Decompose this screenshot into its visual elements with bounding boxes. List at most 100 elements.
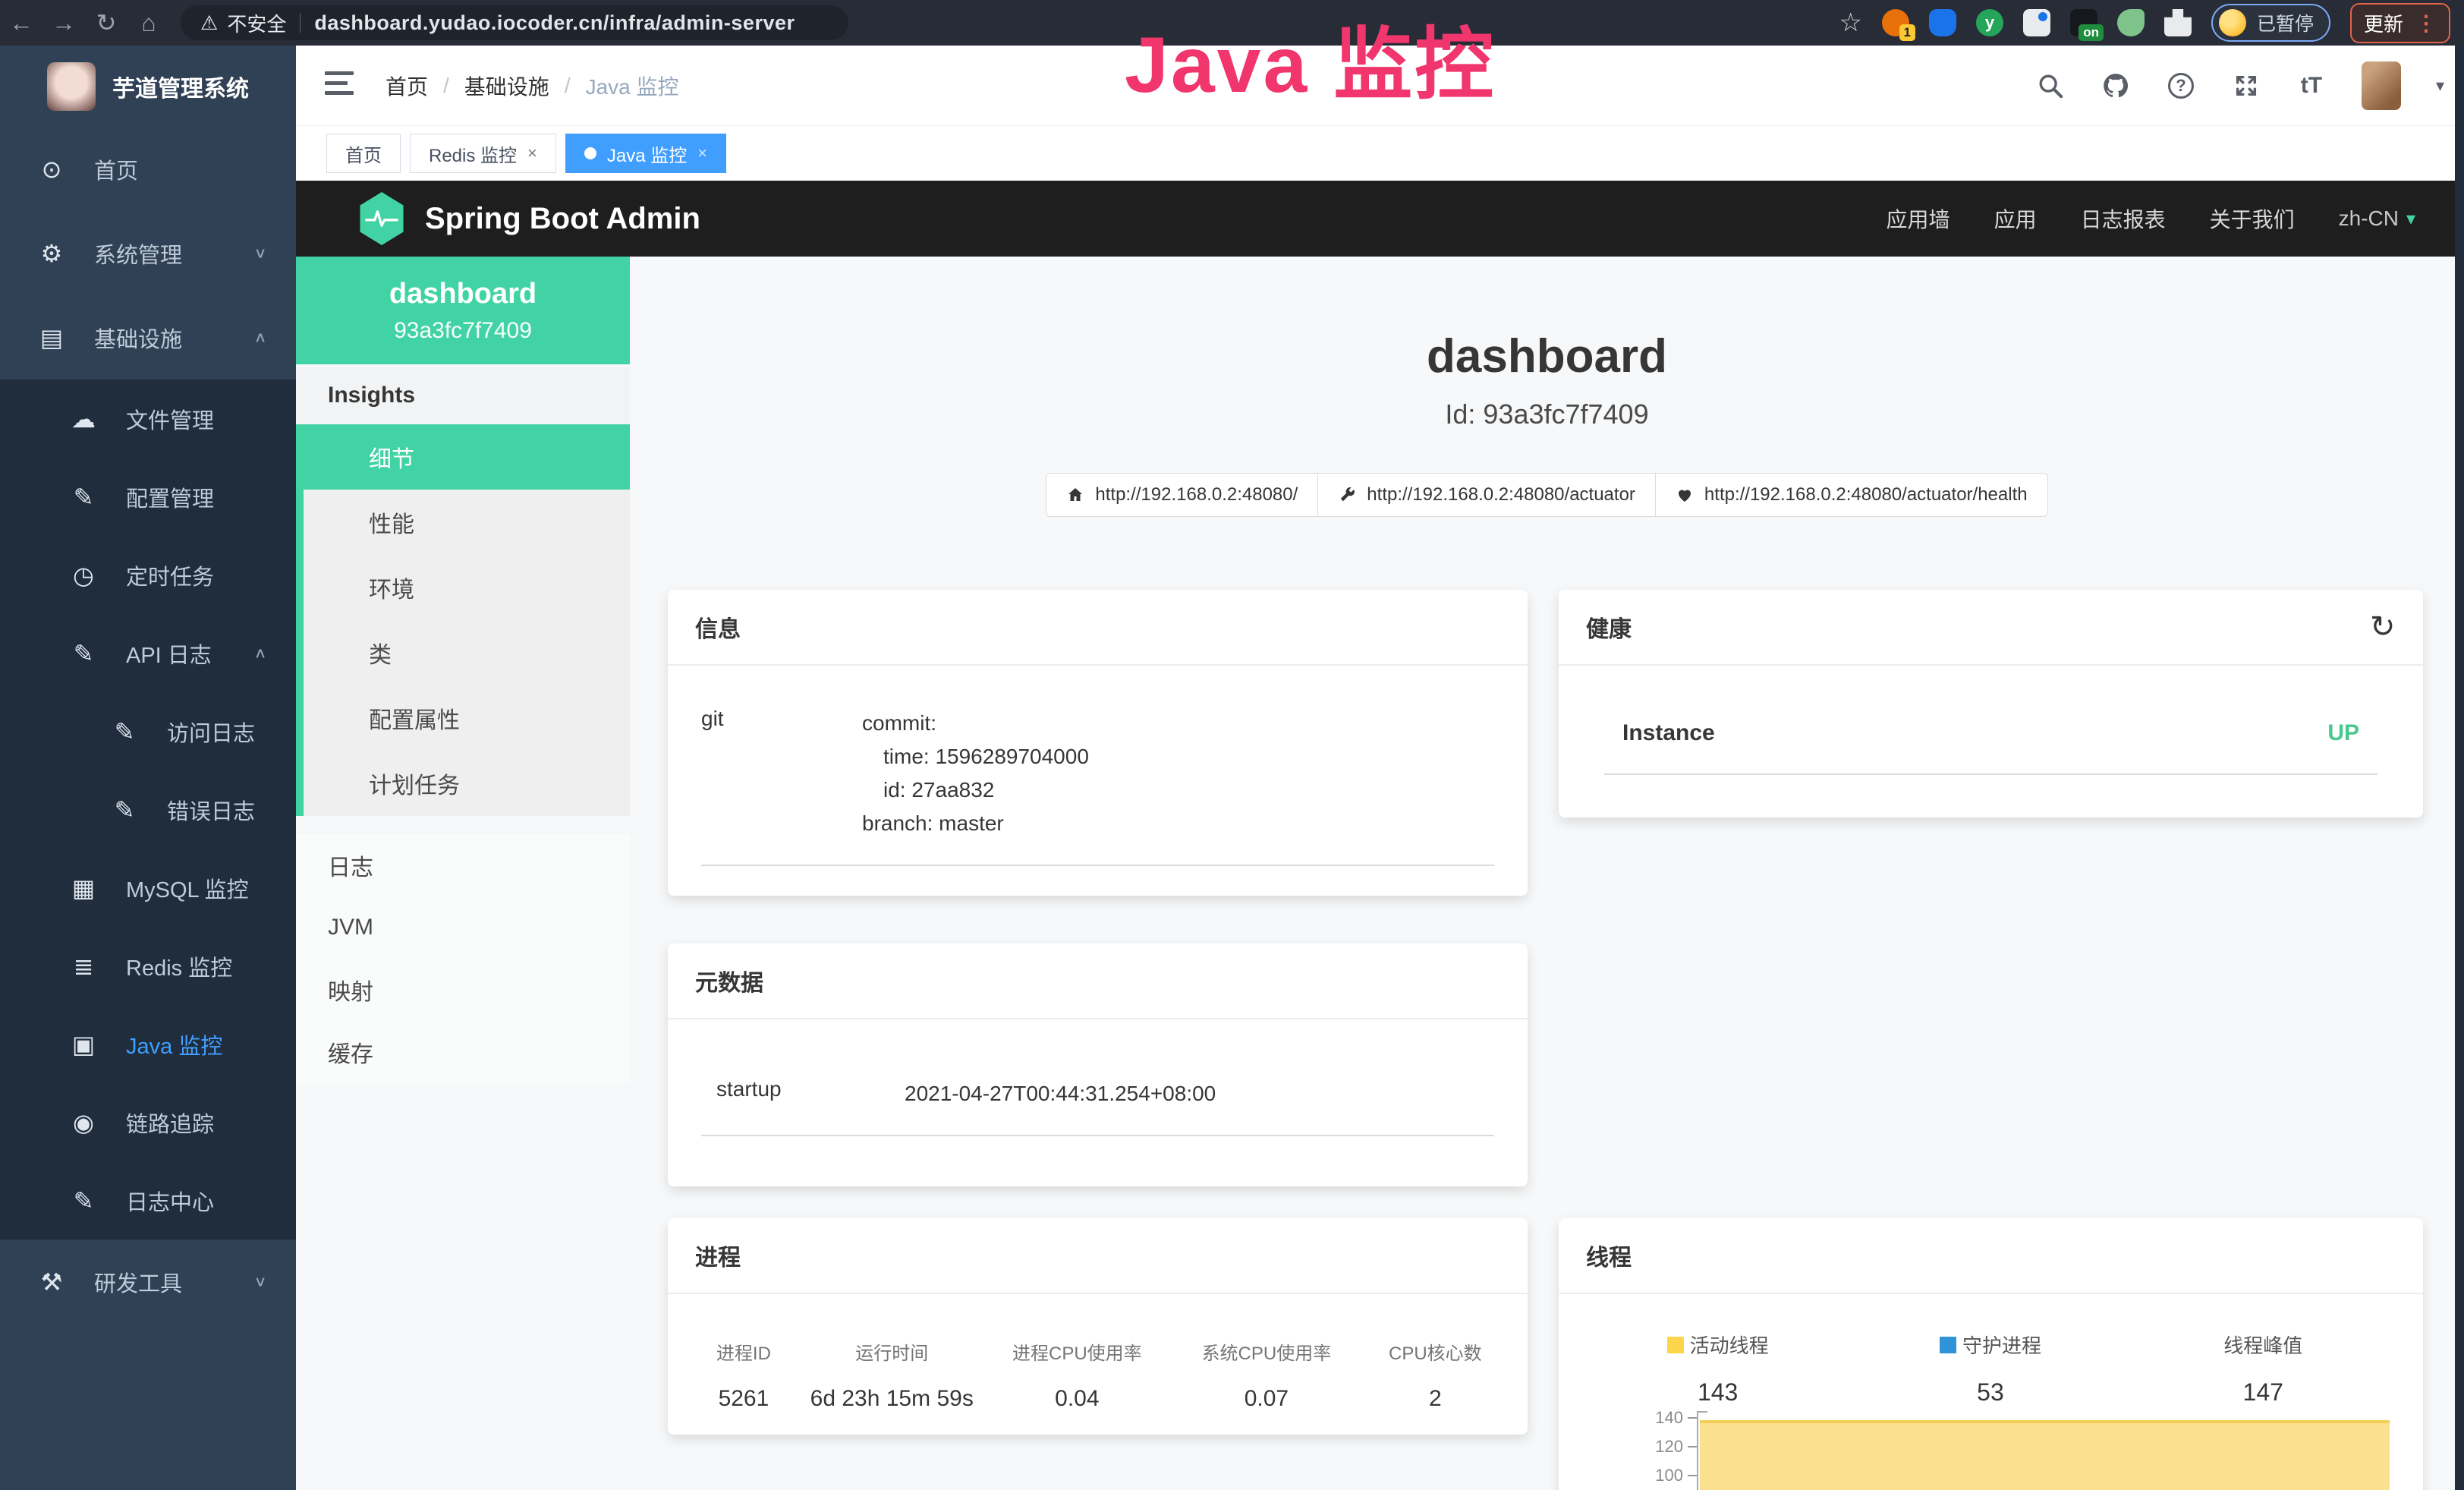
profile-paused-badge[interactable]: 已暂停 (2211, 4, 2330, 42)
forward-icon[interactable]: → (42, 0, 85, 46)
sba-item-scheduled[interactable]: 计划任务 (304, 751, 630, 816)
sidebar-item-error-logs[interactable]: ✎ 错误日志 (0, 770, 296, 849)
live-threads-area (1700, 1420, 2390, 1490)
sidebar-item-redis-monitor[interactable]: ≣ Redis 监控 (0, 927, 296, 1005)
metadata-value: 2021-04-27T00:44:31.254+08:00 (905, 1077, 1216, 1110)
user-avatar[interactable] (2362, 61, 2401, 110)
legend-peak-threads: 线程峰值 147 (2127, 1331, 2399, 1407)
screen: ← → ↻ ⌂ ⚠ 不安全 dashboard.yudao.iocoder.cn… (0, 0, 2464, 1490)
search-icon[interactable] (2035, 71, 2066, 101)
sidebar-item-api-logs[interactable]: ✎ API 日志 ∧ (0, 614, 296, 692)
page-scrollbar[interactable] (2455, 46, 2464, 1490)
reload-icon[interactable]: ↻ (85, 0, 127, 46)
sba-locale-select[interactable]: zh-CN ▾ (2339, 206, 2415, 231)
github-icon[interactable] (2101, 71, 2131, 101)
extension-icon-switch[interactable]: on (2070, 9, 2097, 36)
tab-redis-monitor[interactable]: Redis 监控 × (410, 134, 556, 173)
sba-item-classes[interactable]: 类 (304, 620, 630, 685)
logo-image (47, 62, 96, 111)
sba-brand[interactable]: Spring Boot Admin (358, 192, 700, 245)
extension-icon-orange[interactable]: 1 (1882, 9, 1909, 36)
sba-item-environment[interactable]: 环境 (304, 555, 630, 620)
url-text: dashboard.yudao.iocoder.cn/infra/admin-s… (314, 11, 795, 35)
layers-icon: ≣ (67, 952, 100, 981)
extension-icon-pin[interactable] (1929, 9, 1956, 36)
sba-item-caches[interactable]: 缓存 (296, 1021, 630, 1083)
fullscreen-icon[interactable] (2231, 71, 2261, 101)
sidebar-item-mysql-monitor[interactable]: ▦ MySQL 监控 (0, 849, 296, 927)
cloud-icon: ☁ (67, 405, 100, 433)
legend-swatch-blue (1940, 1337, 1956, 1353)
browser-home-icon[interactable]: ⌂ (127, 0, 170, 46)
sba-nav-wallboard[interactable]: 应用墙 (1887, 203, 1950, 234)
hamburger-icon[interactable] (325, 71, 354, 101)
sidebar-item-log-center[interactable]: ✎ 日志中心 (0, 1161, 296, 1240)
sba-logo-icon (358, 192, 405, 245)
bookmark-star-icon[interactable]: ☆ (1839, 8, 1861, 38)
sba-item-jvm[interactable]: JVM (296, 896, 630, 959)
sidebar-item-file-mgmt[interactable]: ☁ 文件管理 (0, 380, 296, 458)
sba-item-details[interactable]: 细节 (304, 424, 630, 490)
panel-metadata-title: 元数据 (668, 943, 1528, 1019)
close-icon[interactable]: × (527, 143, 537, 163)
page-subtitle-id: Id: 93a3fc7f7409 (630, 398, 2464, 430)
back-icon[interactable]: ← (0, 0, 42, 46)
sba-nav-journal[interactable]: 日志报表 (2081, 203, 2166, 234)
health-url-button[interactable]: http://192.168.0.2:48080/actuator/health (1656, 473, 2048, 517)
sidebar-item-dev-tools[interactable]: ⚒ 研发工具 ∨ (0, 1240, 296, 1324)
font-size-icon[interactable]: tT (2296, 71, 2327, 101)
help-icon[interactable]: ? (2166, 71, 2196, 101)
extension-badge: 1 (1899, 24, 1915, 41)
service-url-button[interactable]: http://192.168.0.2:48080/ (1046, 473, 1318, 517)
close-icon[interactable]: × (697, 143, 707, 163)
history-icon[interactable]: ↺ (2370, 610, 2396, 644)
legend-live-threads: 活动线程 143 (1581, 1331, 1854, 1407)
log-icon: ✎ (67, 639, 100, 668)
sba-item-config-props[interactable]: 配置属性 (304, 685, 630, 751)
browser-menu-icon[interactable]: ⋮ (2415, 11, 2437, 36)
extension-icon-grid[interactable] (2023, 9, 2050, 36)
actuator-url-button[interactable]: http://192.168.0.2:48080/actuator (1318, 473, 1656, 517)
sidebar-item-home[interactable]: ⊙ 首页 (0, 127, 296, 211)
tab-home[interactable]: 首页 (326, 134, 401, 173)
y-axis-tick: 120 (1642, 1437, 1683, 1457)
sidebar-item-java-monitor[interactable]: ▣ Java 监控 (0, 1005, 296, 1083)
sba-item-metrics[interactable]: 性能 (304, 490, 630, 555)
extension-icon-y[interactable]: y (1976, 9, 2003, 36)
sidebar-item-scheduled-tasks[interactable]: ◷ 定时任务 (0, 536, 296, 614)
sba-body: dashboard 93a3fc7f7409 Insights 细节 性能 环境… (296, 257, 2464, 1490)
sba-nav-about[interactable]: 关于我们 (2210, 203, 2295, 234)
instance-id: 93a3fc7f7409 (296, 318, 630, 344)
y-axis-line (1697, 1411, 1698, 1490)
sba-item-logs[interactable]: 日志 (296, 834, 630, 896)
sidebar-item-tracing[interactable]: ◉ 链路追踪 (0, 1083, 296, 1161)
tab-java-monitor[interactable]: Java 监控 × (565, 134, 726, 173)
system-cpu-usage: 系统CPU使用率 0.07 (1172, 1338, 1361, 1412)
process-pid: 进程ID 5261 (686, 1338, 801, 1412)
panel-metadata: 元数据 startup 2021-04-27T00:44:31.254+08:0… (668, 943, 1528, 1186)
extension-icon-sprout[interactable] (2117, 9, 2145, 36)
log-icon: ✎ (108, 795, 141, 824)
sidebar-item-infrastructure[interactable]: ▤ 基础设施 ∧ (0, 295, 296, 380)
sidebar-item-system-mgmt[interactable]: ⚙ 系统管理 ∨ (0, 211, 296, 295)
breadcrumb-infrastructure[interactable]: 基础设施 (464, 71, 549, 101)
sba-nav-applications[interactable]: 应用 (1994, 203, 2037, 234)
sba-item-mappings[interactable]: 映射 (296, 959, 630, 1021)
content-header: dashboard Id: 93a3fc7f7409 http://192.16… (630, 329, 2464, 517)
app-logo[interactable]: 芋道管理系统 (0, 46, 296, 127)
instance-header[interactable]: dashboard 93a3fc7f7409 (296, 257, 630, 364)
breadcrumb-home[interactable]: 首页 (385, 71, 428, 101)
database-icon: ▦ (67, 874, 100, 903)
url-bar[interactable]: ⚠ 不安全 dashboard.yudao.iocoder.cn/infra/a… (181, 5, 848, 40)
edit-icon: ✎ (67, 483, 100, 512)
chrome-update-button[interactable]: 更新 ⋮ (2350, 3, 2450, 43)
sba-sidebar: dashboard 93a3fc7f7409 Insights 细节 性能 环境… (296, 257, 630, 1490)
breadcrumb-separator: / (565, 74, 571, 98)
avatar-caret-icon[interactable]: ▾ (2436, 76, 2444, 96)
extensions-puzzle-icon[interactable] (2164, 9, 2192, 36)
admin-topbar: 首页 / 基础设施 / Java 监控 ? tT ▾ (296, 46, 2464, 126)
sba-content: dashboard Id: 93a3fc7f7409 http://192.16… (630, 257, 2464, 1490)
sidebar-item-access-logs[interactable]: ✎ 访问日志 (0, 692, 296, 770)
process-uptime: 运行时间 6d 23h 15m 59s (801, 1338, 983, 1412)
sidebar-item-config-mgmt[interactable]: ✎ 配置管理 (0, 458, 296, 536)
